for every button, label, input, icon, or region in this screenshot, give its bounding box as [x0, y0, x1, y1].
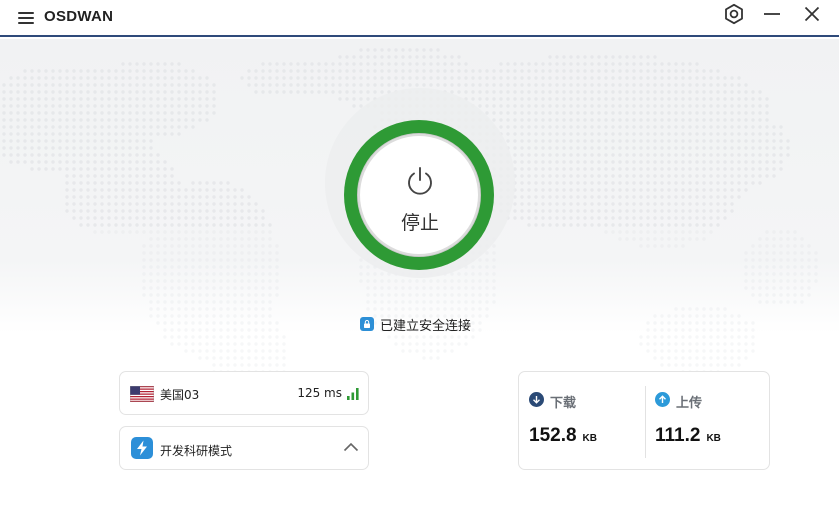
download-unit: KB — [582, 433, 597, 444]
lightning-icon — [131, 437, 153, 459]
upload-arrow-icon — [655, 392, 670, 407]
upload-title: 上传 — [676, 396, 703, 411]
latency-value: 125 ms — [297, 386, 342, 400]
lock-icon — [360, 317, 374, 331]
power-icon — [408, 167, 432, 195]
download-stat: 下载 152.8 KB — [519, 372, 645, 471]
traffic-stats: 下载 152.8 KB 上传 111.2 KB — [518, 371, 770, 470]
download-arrow-icon — [529, 392, 544, 407]
minimize-icon — [764, 13, 780, 15]
download-value: 152.8 — [529, 425, 577, 446]
upload-stat: 上传 111.2 KB — [645, 372, 771, 471]
server-name: 美国03 — [160, 388, 200, 402]
app-title: OSDWAN — [44, 8, 114, 25]
upload-unit: KB — [706, 433, 721, 444]
power-button[interactable]: 停止 — [344, 120, 494, 270]
upload-value-row: 111.2 KB — [655, 425, 721, 447]
settings-button[interactable] — [716, 0, 752, 28]
minimize-button[interactable] — [754, 0, 790, 28]
signal-strength-icon — [347, 388, 359, 400]
download-title: 下载 — [550, 396, 577, 411]
title-bar: OSDWAN — [0, 0, 839, 37]
server-selector[interactable]: 美国03 125 ms — [119, 371, 369, 415]
mode-selector[interactable]: 开发科研模式 — [119, 426, 369, 470]
menu-icon[interactable] — [18, 12, 34, 25]
gear-icon — [725, 3, 743, 25]
us-flag-icon — [130, 386, 154, 402]
download-value-row: 152.8 KB — [529, 425, 597, 447]
mode-label: 开发科研模式 — [160, 444, 233, 458]
power-button-label: 停止 — [400, 212, 439, 234]
power-button-inner: 停止 — [357, 133, 481, 257]
connection-status: 已建立安全连接 — [360, 314, 471, 334]
upload-value: 111.2 — [655, 425, 701, 446]
close-icon — [804, 6, 820, 22]
connection-status-text: 已建立安全连接 — [380, 318, 472, 334]
close-button[interactable] — [794, 0, 830, 28]
chevron-up-icon[interactable] — [343, 441, 359, 453]
